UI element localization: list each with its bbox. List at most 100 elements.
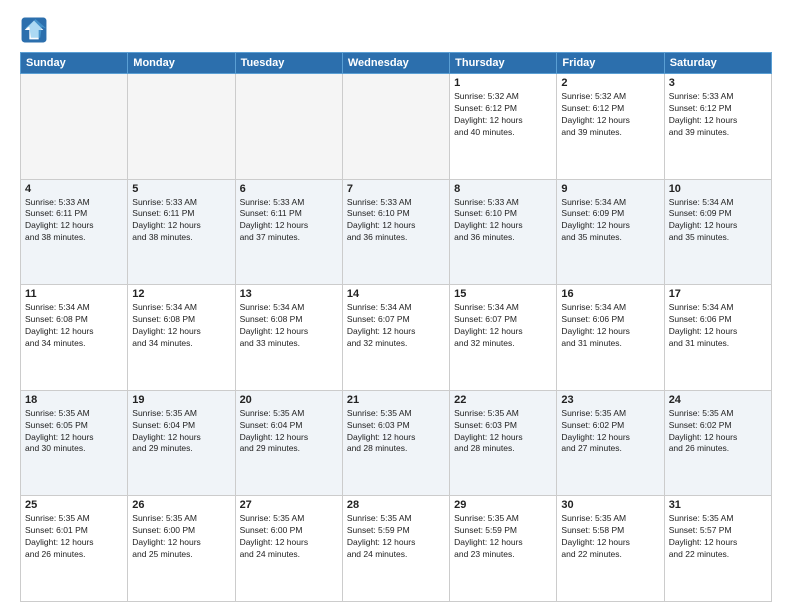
week-row-4: 18Sunrise: 5:35 AM Sunset: 6:05 PM Dayli… [21,390,772,496]
day-info: Sunrise: 5:34 AM Sunset: 6:06 PM Dayligh… [561,302,659,350]
day-number: 9 [561,183,659,195]
day-number: 26 [132,499,230,511]
day-info: Sunrise: 5:35 AM Sunset: 6:00 PM Dayligh… [240,513,338,561]
day-info: Sunrise: 5:34 AM Sunset: 6:09 PM Dayligh… [561,197,659,245]
day-number: 13 [240,288,338,300]
calendar-cell: 22Sunrise: 5:35 AM Sunset: 6:03 PM Dayli… [450,390,557,496]
day-number: 11 [25,288,123,300]
day-info: Sunrise: 5:33 AM Sunset: 6:11 PM Dayligh… [25,197,123,245]
day-info: Sunrise: 5:35 AM Sunset: 6:01 PM Dayligh… [25,513,123,561]
day-info: Sunrise: 5:35 AM Sunset: 6:00 PM Dayligh… [132,513,230,561]
calendar-cell [21,74,128,180]
day-info: Sunrise: 5:34 AM Sunset: 6:08 PM Dayligh… [132,302,230,350]
calendar-cell: 5 Sunrise: 5:33 AM Sunset: 6:11 PM Daylig… [128,179,235,285]
day-number: 16 [561,288,659,300]
day-info: Sunrise: 5:35 AM Sunset: 6:03 PM Dayligh… [347,408,445,456]
calendar-cell: 24 Sunrise: 5:35 AM Sunset: 6:02 PM Dayli… [664,390,771,496]
week-row-2: 4 Sunrise: 5:33 AM Sunset: 6:11 PM Daylig… [21,179,772,285]
column-header-monday: Monday [128,53,235,74]
calendar-cell: 19Sunrise: 5:35 AM Sunset: 6:04 PM Dayli… [128,390,235,496]
day-info: Sunrise: 5:33 AM Sunset: 6:11 PM Dayligh… [132,197,230,245]
day-info: Sunrise: 5:35 AM Sunset: 5:58 PM Dayligh… [561,513,659,561]
column-header-saturday: Saturday [664,53,771,74]
day-number: 1 [454,77,552,89]
day-info: Sunrise: 5:35 AM Sunset: 6:02 PM Dayligh… [669,408,767,456]
calendar-cell: 11Sunrise: 5:34 AM Sunset: 6:08 PM Dayli… [21,285,128,391]
calendar-cell: 2Sunrise: 5:32 AM Sunset: 6:12 PM Daylig… [557,74,664,180]
calendar-body: 1 Sunrise: 5:32 AM Sunset: 6:12 PM Daylig… [21,74,772,602]
day-number: 20 [240,394,338,406]
calendar-cell: 28Sunrise: 5:35 AM Sunset: 5:59 PM Dayli… [342,496,449,602]
calendar-cell: 4 Sunrise: 5:33 AM Sunset: 6:11 PM Daylig… [21,179,128,285]
day-number: 18 [25,394,123,406]
column-header-sunday: Sunday [21,53,128,74]
calendar-cell: 25 Sunrise: 5:35 AM Sunset: 6:01 PM Dayli… [21,496,128,602]
day-info: Sunrise: 5:34 AM Sunset: 6:07 PM Dayligh… [347,302,445,350]
calendar-cell [342,74,449,180]
day-number: 7 [347,183,445,195]
calendar-cell: 29 Sunrise: 5:35 AM Sunset: 5:59 PM Dayli… [450,496,557,602]
day-info: Sunrise: 5:33 AM Sunset: 6:12 PM Dayligh… [669,91,767,139]
calendar-cell: 6 Sunrise: 5:33 AM Sunset: 6:11 PM Daylig… [235,179,342,285]
page: SundayMondayTuesdayWednesdayThursdayFrid… [0,0,792,612]
day-number: 19 [132,394,230,406]
day-number: 24 [669,394,767,406]
day-number: 23 [561,394,659,406]
day-number: 5 [132,183,230,195]
day-info: Sunrise: 5:33 AM Sunset: 6:10 PM Dayligh… [347,197,445,245]
day-info: Sunrise: 5:35 AM Sunset: 5:57 PM Dayligh… [669,513,767,561]
calendar-cell: 18Sunrise: 5:35 AM Sunset: 6:05 PM Dayli… [21,390,128,496]
day-number: 12 [132,288,230,300]
calendar-cell: 1 Sunrise: 5:32 AM Sunset: 6:12 PM Daylig… [450,74,557,180]
day-number: 21 [347,394,445,406]
day-info: Sunrise: 5:34 AM Sunset: 6:09 PM Dayligh… [669,197,767,245]
calendar-cell [128,74,235,180]
calendar-cell: 15Sunrise: 5:34 AM Sunset: 6:07 PM Dayli… [450,285,557,391]
calendar-cell: 16 Sunrise: 5:34 AM Sunset: 6:06 PM Dayli… [557,285,664,391]
day-info: Sunrise: 5:33 AM Sunset: 6:11 PM Dayligh… [240,197,338,245]
calendar-cell [235,74,342,180]
calendar-cell: 30 Sunrise: 5:35 AM Sunset: 5:58 PM Dayli… [557,496,664,602]
calendar-cell: 23Sunrise: 5:35 AM Sunset: 6:02 PM Dayli… [557,390,664,496]
week-row-3: 11 Sunrise: 5:34 AM Sunset: 6:08 PM Dayli… [21,285,772,391]
calendar-cell: 21 Sunrise: 5:35 AM Sunset: 6:03 PM Dayli… [342,390,449,496]
column-header-thursday: Thursday [450,53,557,74]
day-info: Sunrise: 5:34 AM Sunset: 6:08 PM Dayligh… [240,302,338,350]
column-header-friday: Friday [557,53,664,74]
calendar-cell: 27 Sunrise: 5:35 AM Sunset: 6:00 PM Dayli… [235,496,342,602]
day-info: Sunrise: 5:35 AM Sunset: 6:03 PM Dayligh… [454,408,552,456]
day-number: 6 [240,183,338,195]
calendar-cell: 12 Sunrise: 5:34 AM Sunset: 6:08 PM Dayli… [128,285,235,391]
calendar-cell: 9 Sunrise: 5:34 AM Sunset: 6:09 PM Daylig… [557,179,664,285]
calendar-cell: 3 Sunrise: 5:33 AM Sunset: 6:12 PM Daylig… [664,74,771,180]
day-number: 30 [561,499,659,511]
day-info: Sunrise: 5:35 AM Sunset: 5:59 PM Dayligh… [454,513,552,561]
day-number: 27 [240,499,338,511]
calendar-table: SundayMondayTuesdayWednesdayThursdayFrid… [20,52,772,602]
day-number: 17 [669,288,767,300]
calendar-cell: 8 Sunrise: 5:33 AM Sunset: 6:10 PM Daylig… [450,179,557,285]
day-number: 8 [454,183,552,195]
day-number: 28 [347,499,445,511]
logo [20,16,52,44]
day-info: Sunrise: 5:32 AM Sunset: 6:12 PM Dayligh… [454,91,552,139]
column-header-wednesday: Wednesday [342,53,449,74]
day-number: 25 [25,499,123,511]
header [20,16,772,44]
calendar-cell: 20Sunrise: 5:35 AM Sunset: 6:04 PM Dayli… [235,390,342,496]
day-number: 10 [669,183,767,195]
column-header-tuesday: Tuesday [235,53,342,74]
column-headers: SundayMondayTuesdayWednesdayThursdayFrid… [21,53,772,74]
day-info: Sunrise: 5:33 AM Sunset: 6:10 PM Dayligh… [454,197,552,245]
week-row-1: 1 Sunrise: 5:32 AM Sunset: 6:12 PM Daylig… [21,74,772,180]
day-number: 2 [561,77,659,89]
week-row-5: 25 Sunrise: 5:35 AM Sunset: 6:01 PM Dayli… [21,496,772,602]
calendar-cell: 14Sunrise: 5:34 AM Sunset: 6:07 PM Dayli… [342,285,449,391]
day-number: 29 [454,499,552,511]
day-number: 4 [25,183,123,195]
calendar-cell: 17 Sunrise: 5:34 AM Sunset: 6:06 PM Dayli… [664,285,771,391]
calendar-cell: 13 Sunrise: 5:34 AM Sunset: 6:08 PM Dayli… [235,285,342,391]
day-number: 15 [454,288,552,300]
day-info: Sunrise: 5:34 AM Sunset: 6:06 PM Dayligh… [669,302,767,350]
day-number: 3 [669,77,767,89]
